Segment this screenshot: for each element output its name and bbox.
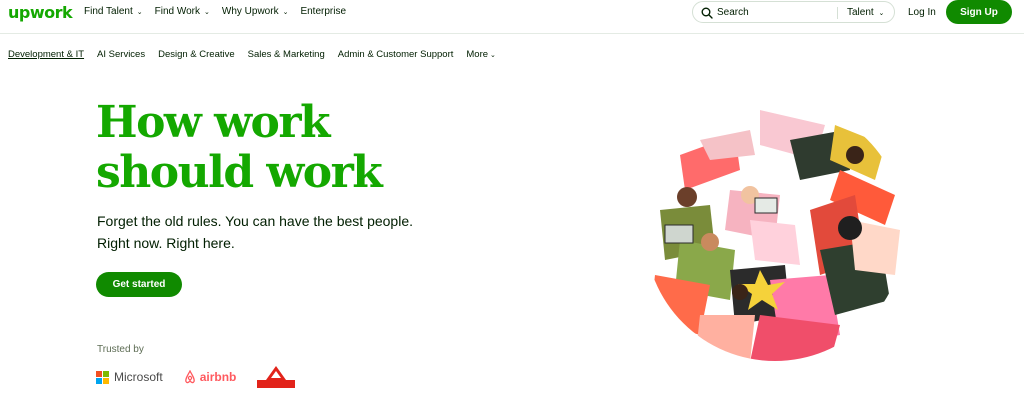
top-navigation: upwork Find Talent ⌄ Find Work ⌄ Why Upw…	[0, 0, 1024, 34]
microsoft-logo: Microsoft	[96, 370, 163, 384]
hero-subtitle: Forget the old rules. You can have the b…	[97, 210, 437, 254]
bissell-icon	[257, 366, 296, 388]
hero-title: How work should work	[96, 97, 383, 198]
hero-title-line2: should work	[96, 147, 383, 198]
microsoft-logo-text: Microsoft	[114, 370, 163, 384]
nav-why-upwork[interactable]: Why Upwork ⌄	[222, 6, 289, 17]
airbnb-logo-text: airbnb	[199, 370, 237, 384]
category-design-creative[interactable]: Design & Creative	[158, 49, 235, 60]
nav-why-upwork-label: Why Upwork	[221, 6, 279, 17]
nav-find-work-label: Find Work	[154, 6, 201, 17]
chevron-down-icon: ⌄	[136, 8, 143, 16]
chevron-down-icon: ⌄	[282, 8, 289, 16]
airbnb-logo: airbnb	[183, 370, 237, 384]
hero-illustration	[645, 101, 905, 361]
category-development-it[interactable]: Development & IT	[8, 49, 84, 60]
category-admin-support[interactable]: Admin & Customer Support	[338, 49, 454, 60]
category-more-label: More	[466, 49, 489, 60]
category-bar: Development & IT AI Services Design & Cr…	[8, 49, 496, 60]
search-scope-dropdown[interactable]: Talent ⌄	[847, 7, 884, 18]
main-nav: Find Talent ⌄ Find Work ⌄ Why Upwork ⌄ E…	[84, 6, 346, 17]
hero-title-line1: How work	[96, 97, 331, 148]
bissell-logo	[256, 365, 296, 389]
microsoft-grid-icon	[96, 370, 109, 384]
get-started-button[interactable]: Get started	[96, 272, 182, 297]
category-sales-marketing[interactable]: Sales & Marketing	[248, 49, 325, 60]
hero-subtitle-line1: Forget the old rules. You can have the b…	[97, 213, 414, 229]
nav-find-talent[interactable]: Find Talent ⌄	[84, 6, 143, 17]
search-divider	[837, 7, 838, 19]
nav-find-work[interactable]: Find Work ⌄	[155, 6, 210, 17]
trusted-by-label: Trusted by	[97, 344, 144, 355]
hero-subtitle-line2: Right now. Right here.	[97, 235, 235, 251]
search-bar: Talent ⌄	[692, 1, 895, 23]
chevron-down-icon: ⌄	[490, 51, 496, 59]
search-icon[interactable]	[701, 7, 713, 19]
chevron-down-icon: ⌄	[878, 10, 885, 17]
nav-enterprise-label: Enterprise	[300, 6, 347, 17]
search-scope-label: Talent	[847, 7, 874, 18]
nav-enterprise[interactable]: Enterprise	[300, 6, 346, 17]
nav-find-talent-label: Find Talent	[84, 6, 133, 17]
trusted-logos: Microsoft airbnb	[96, 365, 296, 389]
category-ai-services[interactable]: AI Services	[97, 49, 145, 60]
search-input[interactable]	[717, 4, 835, 20]
airbnb-icon	[184, 370, 195, 384]
chevron-down-icon: ⌄	[204, 8, 210, 16]
login-link[interactable]: Log In	[908, 7, 936, 18]
category-more[interactable]: More ⌄	[466, 49, 496, 60]
signup-button[interactable]: Sign Up	[946, 0, 1012, 24]
upwork-logo[interactable]: upwork	[8, 3, 73, 22]
